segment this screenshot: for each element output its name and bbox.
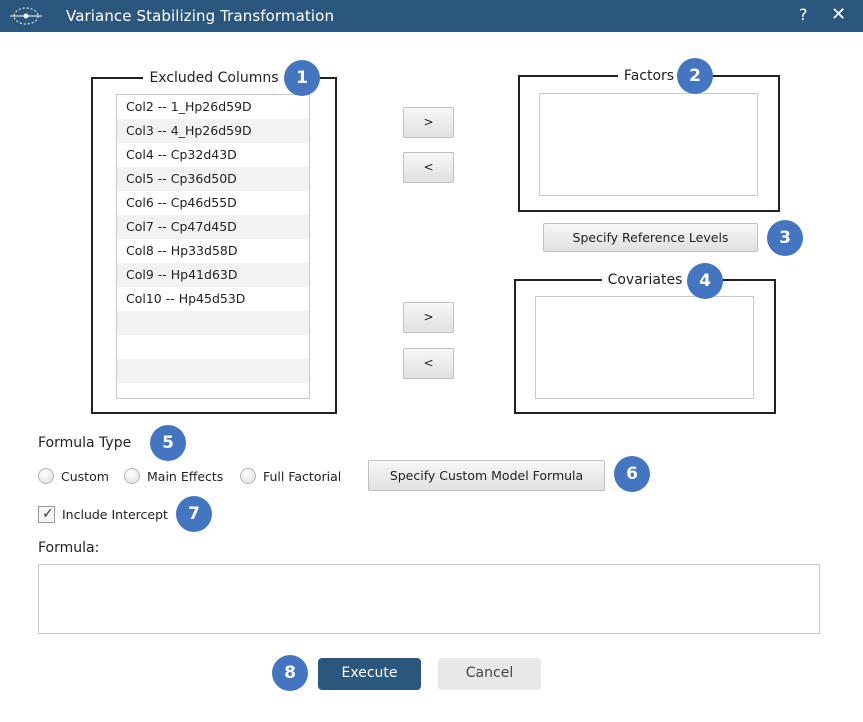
callout-badge-3: 3	[767, 220, 803, 256]
list-item[interactable]: Col2 -- 1_Hp26d59D	[117, 95, 309, 119]
list-item[interactable]: Col8 -- Hp33d58D	[117, 239, 309, 263]
list-item[interactable]: Col3 -- 4_Hp26d59D	[117, 119, 309, 143]
callout-badge-4: 4	[687, 263, 723, 299]
execute-button[interactable]: Execute	[318, 658, 421, 690]
list-item[interactable]: Col7 -- Cp47d45D	[117, 215, 309, 239]
include-intercept-label[interactable]: Include Intercept	[62, 507, 168, 522]
cancel-button[interactable]: Cancel	[438, 658, 541, 690]
remove-factor-button[interactable]: <	[403, 152, 454, 183]
add-covariate-button[interactable]: >	[403, 302, 454, 333]
list-item-empty	[117, 335, 309, 359]
specify-custom-model-formula-button[interactable]: Specify Custom Model Formula	[368, 460, 605, 491]
callout-badge-2: 2	[677, 58, 713, 94]
help-button[interactable]: ?	[799, 5, 808, 24]
callout-badge-1: 1	[284, 60, 320, 96]
covariates-legend: Covariates	[607, 272, 683, 288]
custom-radio-label[interactable]: Custom	[61, 469, 109, 484]
factors-list[interactable]	[539, 93, 758, 196]
list-item[interactable]: Col6 -- Cp46d55D	[117, 191, 309, 215]
full-factorial-radio[interactable]	[240, 468, 256, 484]
custom-radio[interactable]	[38, 468, 54, 484]
main-effects-radio[interactable]	[124, 468, 140, 484]
add-factor-button[interactable]: >	[403, 107, 454, 138]
check-icon: ✓	[42, 506, 54, 522]
main-effects-radio-label[interactable]: Main Effects	[147, 469, 223, 484]
excluded-columns-legend: Excluded Columns	[149, 70, 279, 86]
list-item[interactable]: Col10 -- Hp45d53D	[117, 287, 309, 311]
specify-reference-levels-button[interactable]: Specify Reference Levels	[543, 223, 758, 252]
covariates-list[interactable]	[535, 296, 754, 399]
title-bar: Variance Stabilizing Transformation ? ✕	[0, 0, 863, 32]
list-item-empty	[117, 383, 309, 398]
formula-textarea[interactable]	[38, 564, 820, 634]
callout-badge-6: 6	[614, 456, 650, 492]
app-logo-icon	[10, 7, 42, 25]
list-item-empty	[117, 311, 309, 335]
remove-covariate-button[interactable]: <	[403, 348, 454, 379]
list-item[interactable]: Col9 -- Hp41d63D	[117, 263, 309, 287]
window-title: Variance Stabilizing Transformation	[66, 7, 335, 25]
close-button[interactable]: ✕	[831, 4, 846, 25]
list-item[interactable]: Col4 -- Cp32d43D	[117, 143, 309, 167]
callout-badge-8: 8	[272, 655, 308, 691]
full-factorial-radio-label[interactable]: Full Factorial	[263, 469, 341, 484]
callout-badge-5: 5	[150, 425, 186, 461]
include-intercept-checkbox[interactable]: ✓	[38, 506, 55, 523]
callout-badge-7: 7	[176, 496, 212, 532]
factors-legend: Factors	[623, 68, 675, 84]
list-item[interactable]: Col5 -- Cp36d50D	[117, 167, 309, 191]
excluded-columns-list[interactable]: Col2 -- 1_Hp26d59D Col3 -- 4_Hp26d59D Co…	[116, 94, 310, 399]
formula-label: Formula:	[38, 540, 100, 556]
formula-type-label: Formula Type	[38, 435, 132, 451]
list-item-empty	[117, 359, 309, 383]
